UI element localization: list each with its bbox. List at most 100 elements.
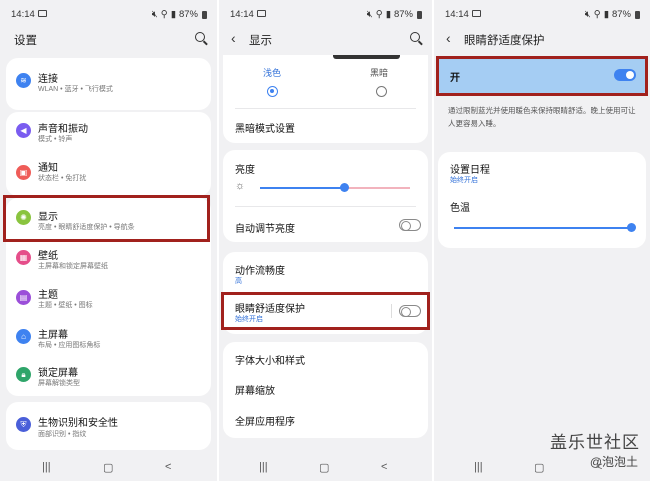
back-button[interactable]: < <box>165 461 171 473</box>
schedule-item[interactable]: 设置日程 始终开启 <box>438 152 646 192</box>
status-right: 🔇︎ ⚲ ▮ 87% <box>152 9 207 20</box>
schedule-label: 设置日程 <box>450 165 490 176</box>
settings-item-notifications[interactable]: ▣ 通知 状态栏 • 免打扰 <box>6 154 211 196</box>
home-button[interactable]: ▢ <box>534 461 544 474</box>
recent-apps-button[interactable]: ||| <box>259 461 268 473</box>
color-temp-label: 色温 <box>450 203 470 214</box>
color-temp-fill <box>454 227 632 229</box>
nav-bar: ||| ▢ < <box>219 453 432 481</box>
mode-dark-label: 黑暗 <box>370 68 389 78</box>
item-sub: 屏幕解锁类型 <box>38 380 80 387</box>
gallery-icon <box>38 10 47 17</box>
status-time: 14:14 <box>230 9 254 20</box>
highlight-box <box>436 56 648 96</box>
color-temp-slider[interactable] <box>454 223 636 232</box>
recent-apps-button[interactable]: ||| <box>42 461 51 473</box>
card-security: ⛨ 生物识别和安全性 面部识别 • 指纹 <box>6 402 211 450</box>
back-button[interactable]: < <box>381 461 387 473</box>
fullscreen-apps[interactable]: 全屏应用程序 <box>235 413 295 428</box>
settings-panel: 14:14 🔇︎ ⚲ ▮ 87% 设置 ≋ 连接 WLAN • 蓝牙 • 飞行模… <box>0 0 217 481</box>
header: ‹ 眼睛舒适度保护 <box>434 28 650 50</box>
battery-icon <box>202 10 207 19</box>
nav-bar: ||| ▢ < <box>0 453 217 481</box>
settings-item-home-screen[interactable]: ⌂ 主屏幕 布局 • 应用图标角标 <box>6 318 211 356</box>
item-sub: 模式 • 铃声 <box>38 136 73 143</box>
status-time: 14:14 <box>445 9 469 20</box>
battery-level: 87% <box>178 9 198 20</box>
recent-apps-button[interactable]: ||| <box>474 461 483 473</box>
status-right: 🔇︎ ⚲ ▮ 87% <box>585 9 640 20</box>
item-label: 壁纸 <box>38 251 58 262</box>
divider <box>235 108 416 109</box>
settings-item-wallpaper[interactable]: ▦ 壁纸 主屏幕和锁定屏幕壁纸 <box>6 240 211 280</box>
battery-icon <box>635 10 640 19</box>
auto-brightness-toggle[interactable] <box>399 219 421 231</box>
home-button[interactable]: ▢ <box>319 461 329 474</box>
search-icon[interactable] <box>195 32 205 42</box>
mute-icon: 🔇︎ <box>366 9 373 20</box>
battery-level: 87% <box>611 9 631 20</box>
card-brightness: 亮度 ☼ 自动调节亮度 <box>223 150 428 242</box>
status-bar: 14:14 🔇︎ ⚲ ▮ 87% <box>0 0 217 28</box>
back-button[interactable]: < <box>596 461 602 473</box>
signal-icon: ▮ <box>385 9 391 20</box>
light-mode-radio[interactable] <box>267 86 278 97</box>
mute-icon: 🔇︎ <box>584 9 591 20</box>
signal-icon: ▮ <box>170 9 176 20</box>
status-bar: 14:14 🔇︎ ⚲ ▮ 87% <box>219 0 432 28</box>
brightness-thumb[interactable] <box>340 183 349 192</box>
item-label: 主屏幕 <box>38 330 68 341</box>
highlight-box <box>3 195 210 242</box>
brightness-icon: ☼ <box>235 180 246 192</box>
motion-smoothness-item[interactable]: 动作流畅度 高 <box>223 252 428 290</box>
dark-preview <box>333 55 400 59</box>
motion-value: 高 <box>235 278 242 285</box>
dark-mode-settings[interactable]: 黑暗模式设置 <box>235 120 295 135</box>
location-icon: ⚲ <box>160 9 168 20</box>
back-arrow-icon[interactable]: ‹ <box>231 30 236 46</box>
card-mode: 浅色 黑暗 黑暗模式设置 <box>223 55 428 143</box>
item-label: 主题 <box>38 290 58 301</box>
item-sub: 布局 • 应用图标角标 <box>38 342 101 349</box>
item-label: 连接 <box>38 74 58 85</box>
header: ‹ 显示 <box>219 28 432 50</box>
battery-level: 87% <box>393 9 413 20</box>
item-label: 通知 <box>38 163 58 174</box>
search-icon[interactable] <box>410 32 420 42</box>
home-icon: ⌂ <box>16 329 31 344</box>
card-connections: ≋ 连接 WLAN • 蓝牙 • 飞行模式 <box>6 58 211 110</box>
watermark-brand: 盖乐世社区 <box>550 433 640 452</box>
status-time: 14:14 <box>11 9 35 20</box>
item-label: 声音和振动 <box>38 124 88 135</box>
location-icon: ⚲ <box>375 9 383 20</box>
item-sub: 状态栏 • 免打扰 <box>38 175 87 182</box>
mute-icon: 🔇︎ <box>151 9 158 20</box>
color-temp-thumb[interactable] <box>627 223 636 232</box>
settings-item-lock-screen[interactable]: 🔒︎ 锁定屏幕 屏幕解锁类型 <box>6 356 211 396</box>
display-panel: 14:14 🔇︎ ⚲ ▮ 87% ‹ 显示 浅色 黑暗 黑暗模式设置 亮度 ☼ <box>219 0 432 481</box>
card-fonts: 字体大小和样式 屏幕缩放 全屏应用程序 <box>223 342 428 438</box>
settings-item-connections[interactable]: ≋ 连接 WLAN • 蓝牙 • 飞行模式 <box>6 58 211 110</box>
lock-icon: 🔒︎ <box>16 367 31 382</box>
status-bar: 14:14 🔇︎ ⚲ ▮ 87% <box>434 0 650 28</box>
settings-item-themes[interactable]: ▤ 主题 主题 • 壁纸 • 图标 <box>6 280 211 318</box>
brightness-slider[interactable] <box>260 183 410 192</box>
speaker-icon: ◀ <box>16 123 31 138</box>
card-sound: ◀ 声音和振动 模式 • 铃声 ▣ 通知 状态栏 • 免打扰 <box>6 112 211 196</box>
home-button[interactable]: ▢ <box>103 461 113 474</box>
location-icon: ⚲ <box>593 9 601 20</box>
highlight-box <box>221 292 430 330</box>
font-size-style[interactable]: 字体大小和样式 <box>235 352 305 367</box>
brightness-rest <box>344 187 410 189</box>
status-right: 🔇︎ ⚲ ▮ 87% <box>367 9 422 20</box>
notification-icon: ▣ <box>16 165 31 180</box>
motion-label: 动作流畅度 <box>235 266 285 277</box>
auto-brightness-label: 自动调节亮度 <box>235 224 295 235</box>
settings-item-sound[interactable]: ◀ 声音和振动 模式 • 铃声 <box>6 112 211 154</box>
settings-item-biometrics[interactable]: ⛨ 生物识别和安全性 面部识别 • 指纹 <box>6 402 211 450</box>
dark-mode-radio[interactable] <box>376 86 387 97</box>
back-arrow-icon[interactable]: ‹ <box>446 30 451 46</box>
wifi-icon: ≋ <box>16 73 31 88</box>
screen-zoom[interactable]: 屏幕缩放 <box>235 382 275 397</box>
page-title: 眼睛舒适度保护 <box>464 35 545 47</box>
